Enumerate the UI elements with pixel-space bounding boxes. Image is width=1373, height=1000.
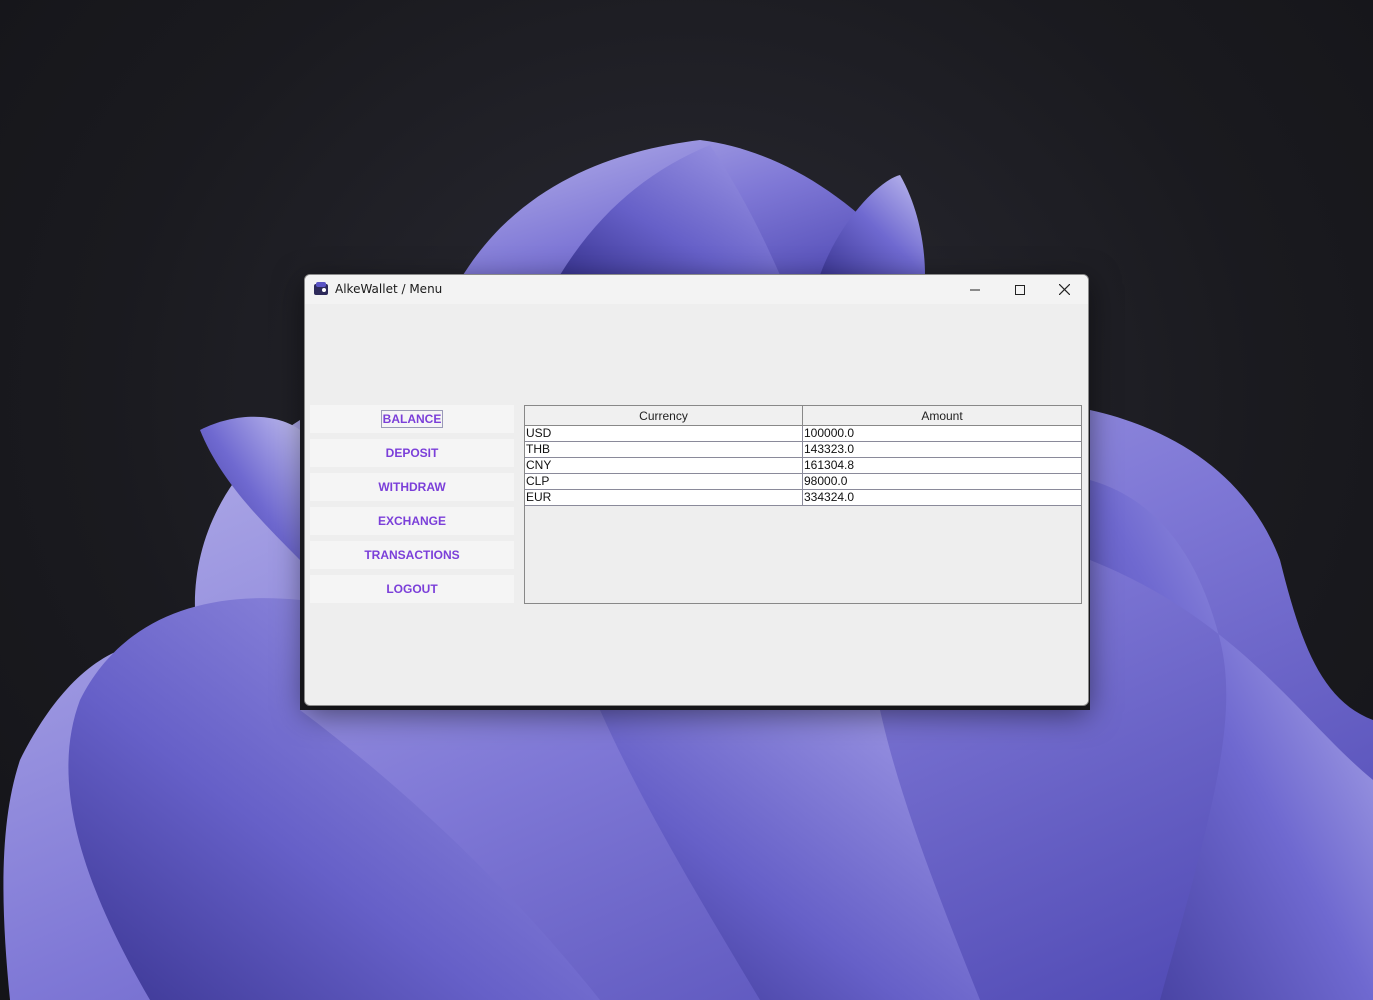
currency-cell[interactable]: CNY: [525, 457, 803, 474]
logout-button-label: LOGOUT: [386, 582, 438, 596]
currency-cell[interactable]: THB: [525, 441, 803, 458]
amount-cell[interactable]: 334324.0: [802, 489, 1081, 506]
balance-table-container[interactable]: Currency Amount USD 100000.0 THB 143323.…: [524, 405, 1082, 604]
currency-cell[interactable]: USD: [525, 425, 803, 442]
balance-button-label: BALANCE: [380, 410, 444, 428]
amount-cell[interactable]: 98000.0: [802, 473, 1081, 490]
table-row[interactable]: CLP 98000.0: [525, 473, 1081, 490]
table-row[interactable]: CNY 161304.8: [525, 457, 1081, 474]
close-icon: [1059, 284, 1070, 295]
title-bar[interactable]: AlkeWallet / Menu: [305, 275, 1088, 304]
balance-table: Currency Amount USD 100000.0 THB 143323.…: [525, 406, 1081, 506]
minimize-icon: [969, 289, 980, 290]
balance-button[interactable]: BALANCE: [310, 405, 514, 433]
logout-button[interactable]: LOGOUT: [310, 575, 514, 603]
window-title: AlkeWallet / Menu: [335, 282, 443, 296]
table-row[interactable]: THB 143323.0: [525, 441, 1081, 458]
withdraw-button[interactable]: WITHDRAW: [310, 473, 514, 501]
desktop: AlkeWallet / Menu BALANCE DEPOSIT WITHDR…: [0, 0, 1373, 1000]
exchange-button[interactable]: EXCHANGE: [310, 507, 514, 535]
currency-cell[interactable]: CLP: [525, 473, 803, 490]
table-header-row: Currency Amount: [525, 406, 1081, 426]
amount-cell[interactable]: 143323.0: [802, 441, 1081, 458]
deposit-button-label: DEPOSIT: [385, 446, 439, 460]
currency-cell[interactable]: EUR: [525, 489, 803, 506]
close-button[interactable]: [1042, 275, 1087, 304]
transactions-button[interactable]: TRANSACTIONS: [310, 541, 514, 569]
wallet-app-icon: [314, 282, 328, 295]
maximize-icon: [1014, 284, 1025, 295]
column-header-amount[interactable]: Amount: [802, 406, 1081, 426]
maximize-button[interactable]: [997, 275, 1042, 304]
minimize-button[interactable]: [952, 275, 997, 304]
withdraw-button-label: WITHDRAW: [378, 480, 446, 494]
amount-cell[interactable]: 100000.0: [802, 425, 1081, 442]
exchange-button-label: EXCHANGE: [377, 514, 446, 528]
amount-cell[interactable]: 161304.8: [802, 457, 1081, 474]
table-row[interactable]: EUR 334324.0: [525, 489, 1081, 506]
app-window: AlkeWallet / Menu BALANCE DEPOSIT WITHDR…: [304, 274, 1089, 706]
deposit-button[interactable]: DEPOSIT: [310, 439, 514, 467]
transactions-button-label: TRANSACTIONS: [364, 548, 460, 562]
table-row[interactable]: USD 100000.0: [525, 425, 1081, 442]
column-header-currency[interactable]: Currency: [525, 406, 803, 426]
window-content: BALANCE DEPOSIT WITHDRAW EXCHANGE TRANSA…: [305, 304, 1088, 705]
